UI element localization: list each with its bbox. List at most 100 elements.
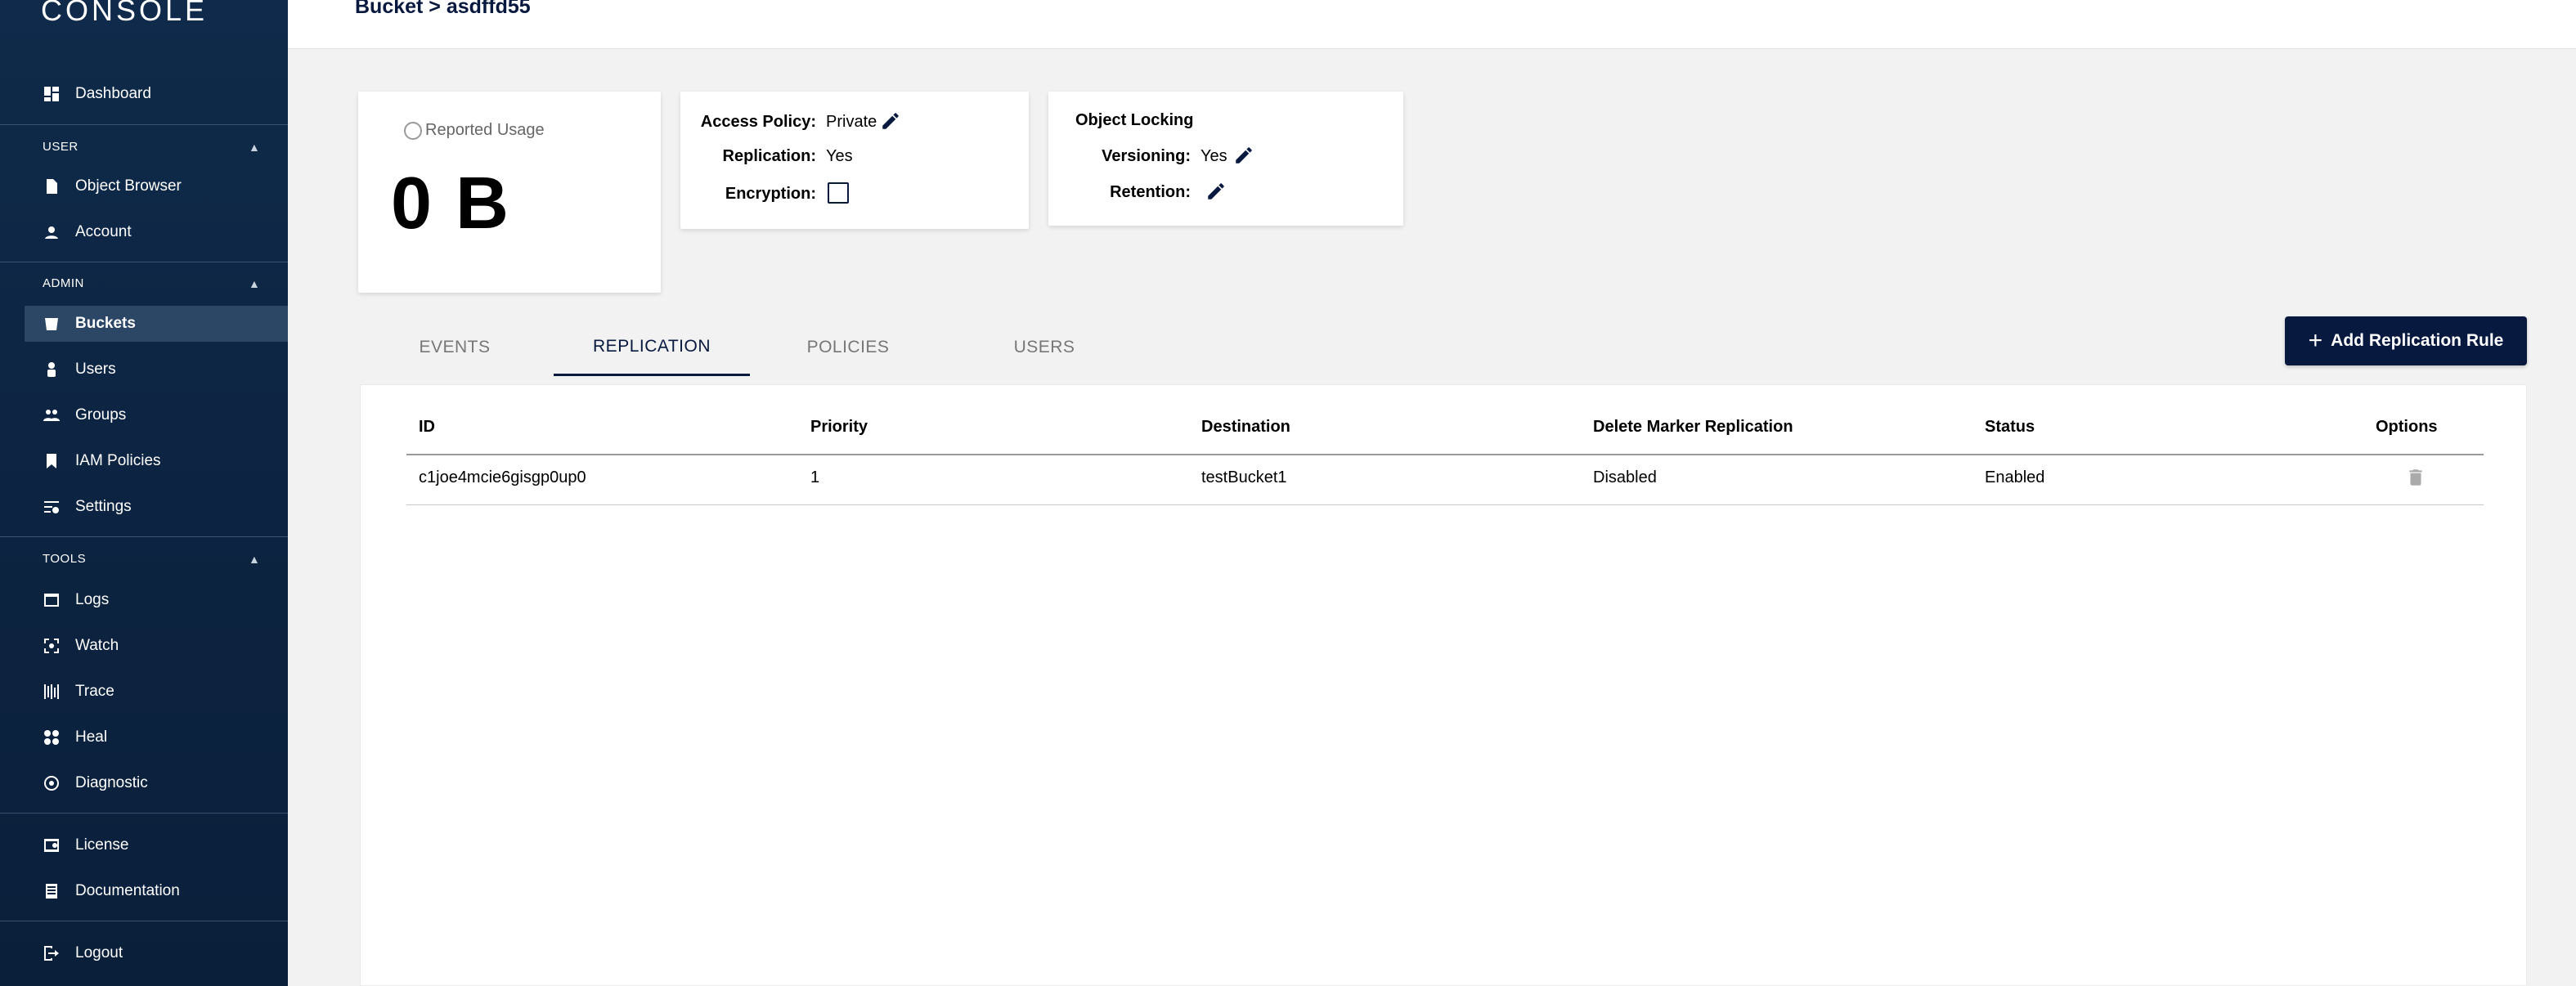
sidebar-item-object-browser[interactable]: Object Browser	[25, 168, 288, 204]
sidebar-item-label: Diagnostic	[75, 774, 148, 791]
sidebar-item-users[interactable]: Users	[25, 352, 288, 388]
edit-versioning-icon[interactable]	[1233, 145, 1254, 166]
replication-table-panel: ID Priority Destination Delete Marker Re…	[360, 384, 2527, 986]
top-bar	[288, 0, 2576, 49]
documentation-icon	[43, 882, 61, 900]
tab-policies[interactable]: POLICIES	[750, 319, 946, 376]
section-admin: ADMIN	[43, 276, 84, 290]
usage-card: Reported Usage 0 B	[358, 92, 661, 293]
sidebar-item-settings[interactable]: Settings	[25, 489, 288, 525]
sidebar-item-label: Trace	[75, 683, 114, 700]
groups-icon	[43, 406, 61, 424]
breadcrumb: Bucket > asdffd55	[355, 0, 531, 18]
sidebar-item-trace[interactable]: Trace	[25, 674, 288, 710]
logout-icon	[43, 944, 61, 962]
sidebar-item-diagnostic[interactable]: Diagnostic	[25, 765, 288, 801]
sidebar-item-iam-policies[interactable]: IAM Policies	[25, 443, 288, 479]
sidebar-item-heal[interactable]: Heal	[25, 719, 288, 755]
access-policy-label: Access Policy:	[700, 113, 816, 131]
sidebar-item-label: IAM Policies	[75, 452, 161, 469]
add-replication-rule-button[interactable]: + Add Replication Rule	[2285, 316, 2527, 365]
sidebar-item-label: Documentation	[75, 882, 180, 899]
usage-title: Reported Usage	[404, 121, 545, 140]
watch-icon	[43, 637, 61, 655]
logs-icon	[43, 591, 61, 609]
sidebar-item-account[interactable]: Account	[25, 214, 288, 250]
sidebar-divider	[0, 124, 288, 125]
cell-status: Enabled	[1985, 468, 2045, 486]
table-row-divider	[406, 504, 2484, 505]
replication-value: Yes	[826, 147, 853, 165]
trace-icon	[43, 683, 61, 701]
tab-events[interactable]: EVENTS	[357, 319, 553, 376]
sidebar-item-label: License	[75, 836, 129, 854]
tab-replication[interactable]: REPLICATION	[554, 319, 750, 376]
section-user: USER	[43, 140, 79, 154]
access-card: Access Policy: Private Replication: Yes …	[680, 92, 1029, 229]
versioning-value: Yes	[1200, 147, 1227, 165]
cell-destination: testBucket1	[1201, 468, 1287, 486]
usage-value: 0 B	[391, 163, 511, 244]
section-tools: TOOLS	[43, 552, 87, 566]
sidebar-item-watch[interactable]: Watch	[25, 628, 288, 664]
edit-access-policy-icon[interactable]	[880, 110, 901, 132]
object-locking-title: Object Locking	[1075, 111, 1194, 129]
column-header-priority: Priority	[810, 418, 868, 436]
object-locking-card: Object Locking Versioning: Yes Retention…	[1048, 92, 1403, 226]
sidebar-item-label: Object Browser	[75, 177, 182, 195]
trash-icon[interactable]	[2405, 467, 2426, 488]
sidebar: CONSOLE Dashboard USER ▲ Object Browser …	[0, 0, 288, 986]
column-header-options: Options	[2376, 418, 2438, 436]
sidebar-item-dashboard[interactable]: Dashboard	[25, 76, 288, 112]
sidebar-item-label: Logs	[75, 591, 110, 608]
chevron-up-icon[interactable]: ▲	[249, 277, 260, 290]
account-icon	[43, 223, 61, 241]
access-policy-value: Private	[826, 113, 877, 131]
sidebar-item-logs[interactable]: Logs	[25, 582, 288, 618]
usage-title-text: Reported Usage	[425, 121, 545, 139]
file-icon	[43, 177, 61, 195]
sidebar-item-label: Account	[75, 223, 132, 240]
sidebar-item-license[interactable]: License	[25, 827, 288, 863]
column-header-id: ID	[419, 418, 435, 436]
sidebar-item-label: Settings	[75, 498, 132, 515]
versioning-label: Versioning:	[1102, 147, 1191, 165]
chevron-up-icon[interactable]: ▲	[249, 141, 260, 154]
chevron-up-icon[interactable]: ▲	[249, 553, 260, 566]
column-header-delete-marker: Delete Marker Replication	[1593, 418, 1793, 436]
heal-icon	[43, 728, 61, 746]
sidebar-item-label: Groups	[75, 406, 127, 424]
sidebar-item-groups[interactable]: Groups	[25, 397, 288, 433]
replication-label: Replication:	[722, 147, 816, 165]
table-header-divider	[406, 454, 2484, 455]
sidebar-item-label: Users	[75, 361, 116, 378]
sidebar-item-label: Heal	[75, 728, 108, 746]
bucket-icon	[43, 315, 61, 333]
cell-priority: 1	[810, 468, 820, 486]
column-header-destination: Destination	[1201, 418, 1290, 436]
sidebar-divider	[0, 536, 288, 537]
sidebar-item-documentation[interactable]: Documentation	[25, 873, 288, 909]
tab-users[interactable]: USERS	[946, 319, 1142, 376]
add-replication-rule-label: Add Replication Rule	[2331, 331, 2504, 350]
sidebar-item-buckets[interactable]: Buckets	[25, 306, 288, 342]
cell-delete-marker: Disabled	[1593, 468, 1657, 486]
retention-label: Retention:	[1110, 183, 1191, 201]
sidebar-item-label: Dashboard	[75, 85, 151, 102]
settings-icon	[43, 498, 61, 516]
user-icon	[43, 361, 61, 379]
license-icon	[43, 836, 61, 854]
sidebar-item-label: Buckets	[75, 315, 136, 332]
encryption-label: Encryption:	[725, 185, 816, 203]
brand-logo: CONSOLE	[41, 0, 209, 27]
sidebar-item-logout[interactable]: Logout	[25, 935, 288, 971]
plus-icon: +	[2308, 327, 2323, 354]
sidebar-item-label: Logout	[75, 944, 123, 961]
cell-id: c1joe4mcie6gisgp0up0	[419, 468, 586, 486]
bookmark-icon	[43, 452, 61, 470]
column-header-status: Status	[1985, 418, 2035, 436]
sidebar-item-label: Watch	[75, 637, 119, 654]
diagnostic-icon	[43, 774, 61, 792]
encryption-checkbox[interactable]	[828, 182, 849, 204]
edit-retention-icon[interactable]	[1205, 181, 1227, 202]
